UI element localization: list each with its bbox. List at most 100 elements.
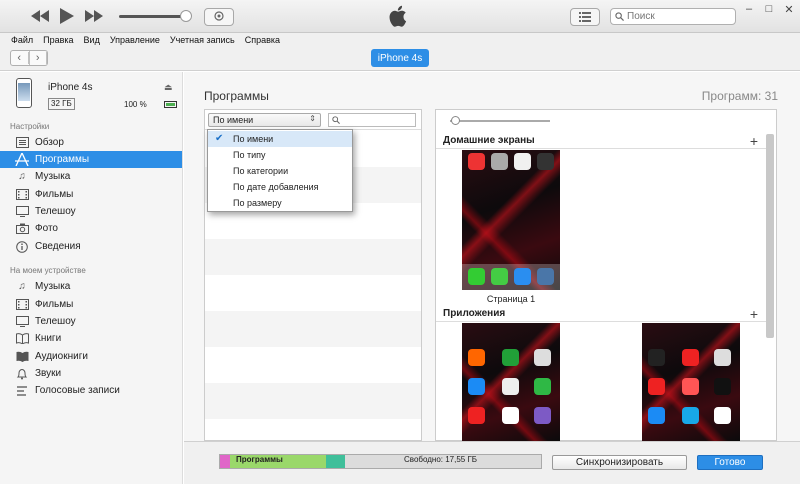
- page-title: Программы: [204, 89, 269, 103]
- menu-account[interactable]: Учетная запись: [170, 35, 235, 45]
- navigation-bar: ‹ › iPhone 4s: [0, 47, 800, 71]
- sort-option-label: По категории: [233, 166, 289, 176]
- sidebar-item-movies[interactable]: Фильмы: [0, 186, 182, 203]
- storage-programs-label: Программы: [236, 455, 283, 464]
- apps-icon: [15, 153, 29, 167]
- app-icon: [714, 407, 731, 424]
- sidebar-item-label: Музыка: [35, 281, 71, 292]
- sort-selected-value: По имени: [213, 115, 254, 125]
- maximize-button[interactable]: □: [760, 2, 778, 16]
- bell-icon: [15, 367, 29, 381]
- search-input[interactable]: [627, 11, 727, 22]
- sync-button[interactable]: Синхронизировать: [552, 455, 687, 470]
- youtube-icon: [468, 407, 485, 424]
- back-button[interactable]: ‹: [11, 51, 30, 65]
- sidebar-item-info[interactable]: Сведения: [0, 238, 182, 255]
- phone-icon: [468, 268, 485, 285]
- play-button[interactable]: [58, 7, 76, 25]
- app-icon: [648, 407, 665, 424]
- sort-option-name[interactable]: ✔ По имени: [208, 131, 352, 147]
- book-icon: [15, 332, 29, 346]
- menu-file[interactable]: Файл: [11, 35, 33, 45]
- sort-option-label: По размеру: [233, 198, 282, 208]
- done-button[interactable]: Готово: [697, 455, 763, 470]
- app-icon: [537, 153, 554, 170]
- home-screen-page-1[interactable]: [462, 150, 560, 290]
- page-1-caption: Страница 1: [486, 294, 536, 304]
- minimize-button[interactable]: –: [740, 2, 758, 16]
- sidebar-item-music[interactable]: ♫ Музыка: [0, 168, 182, 185]
- rewind-button[interactable]: [30, 7, 50, 25]
- device-button[interactable]: iPhone 4s: [371, 49, 429, 67]
- menu-help[interactable]: Справка: [245, 35, 280, 45]
- app-icon: [502, 378, 519, 395]
- on-device-section-title: На моем устройстве: [10, 266, 86, 275]
- app-folder-preview[interactable]: [642, 323, 740, 441]
- sidebar-item-photos[interactable]: Фото: [0, 220, 182, 237]
- home-screens-title: Домашние экраны: [443, 135, 535, 146]
- storage-segment: [325, 455, 346, 468]
- airplay-button[interactable]: [204, 8, 234, 26]
- menu-edit[interactable]: Правка: [43, 35, 73, 45]
- shazam-icon: [682, 407, 699, 424]
- app-icon: [514, 153, 531, 170]
- sidebar-item-device-movies[interactable]: Фильмы: [0, 296, 182, 313]
- sort-option-label: По дате добавления: [233, 182, 319, 192]
- fast-forward-button[interactable]: [84, 7, 104, 25]
- sidebar-item-overview[interactable]: Обзор: [0, 134, 182, 151]
- sort-option-date-added[interactable]: По дате добавления: [208, 179, 352, 195]
- up-next-list-button[interactable]: [570, 8, 600, 26]
- sidebar-item-label: Звуки: [35, 368, 62, 379]
- film-icon: [15, 188, 29, 202]
- sidebar-item-label: Фото: [35, 223, 58, 234]
- scrollbar[interactable]: [766, 134, 774, 338]
- device-capacity: 32 ГБ: [48, 98, 75, 110]
- zoom-slider-track[interactable]: [450, 120, 550, 122]
- add-app-page-button[interactable]: +: [750, 306, 758, 322]
- sidebar-item-label: Голосовые записи: [35, 385, 120, 396]
- volume-slider-knob[interactable]: [180, 10, 192, 22]
- list-item[interactable]: [205, 347, 421, 383]
- sort-option-category[interactable]: По категории: [208, 163, 352, 179]
- audiobook-icon: [15, 350, 29, 364]
- messages-icon: [491, 268, 508, 285]
- sort-option-size[interactable]: По размеру: [208, 195, 352, 211]
- sidebar-item-device-tv-shows[interactable]: Телешоу: [0, 313, 182, 330]
- sort-dropdown[interactable]: По имени ⇕: [208, 113, 321, 127]
- home-screens-header: Домашние экраны +: [436, 133, 766, 149]
- tv-icon: [15, 205, 29, 219]
- app-folder-preview[interactable]: [462, 323, 560, 441]
- list-item[interactable]: [205, 239, 421, 275]
- forward-button[interactable]: ›: [30, 51, 47, 65]
- menu-controls[interactable]: Управление: [110, 35, 160, 45]
- zoom-slider-knob[interactable]: [451, 116, 460, 125]
- sort-option-type[interactable]: По типу: [208, 147, 352, 163]
- list-item[interactable]: [205, 275, 421, 311]
- sidebar-item-tv-shows[interactable]: Телешоу: [0, 203, 182, 220]
- sidebar-item-device-tones[interactable]: Звуки: [0, 365, 182, 382]
- volume-slider-track[interactable]: [119, 15, 189, 18]
- apps-search-field[interactable]: [328, 113, 416, 127]
- sidebar-item-device-audiobooks[interactable]: Аудиокниги: [0, 348, 182, 365]
- app-icon: [491, 153, 508, 170]
- sidebar-item-device-voice-memos[interactable]: Голосовые записи: [0, 382, 182, 399]
- sidebar-item-device-music[interactable]: ♫ Музыка: [0, 278, 182, 295]
- eject-icon[interactable]: ⏏: [164, 82, 173, 93]
- app-icon: [534, 349, 551, 366]
- app-icon: [468, 153, 485, 170]
- list-item[interactable]: [205, 311, 421, 347]
- sort-option-label: По типу: [233, 150, 266, 160]
- menu-view[interactable]: Вид: [84, 35, 100, 45]
- list-icon: [579, 12, 591, 22]
- list-item[interactable]: [205, 383, 421, 419]
- device-summary[interactable]: iPhone 4s ⏏ 32 ГБ 100 %: [14, 78, 179, 114]
- sidebar: iPhone 4s ⏏ 32 ГБ 100 % Настройки Обзор …: [0, 72, 183, 484]
- sidebar-item-label: Аудиокниги: [35, 351, 88, 362]
- search-field[interactable]: [610, 8, 736, 25]
- safari-icon: [514, 268, 531, 285]
- add-home-screen-button[interactable]: +: [750, 133, 758, 149]
- close-button[interactable]: ✕: [780, 2, 798, 16]
- sidebar-item-apps[interactable]: Программы: [0, 151, 182, 168]
- sidebar-item-device-books[interactable]: Книги: [0, 330, 182, 347]
- uber-icon: [714, 378, 731, 395]
